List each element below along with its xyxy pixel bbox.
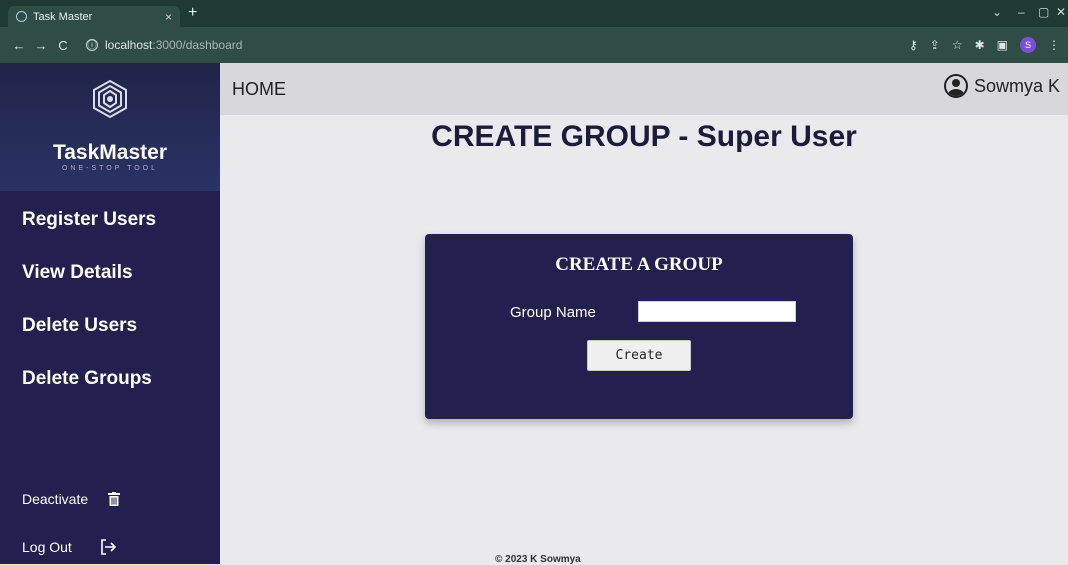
brand-name: TaskMaster [52,141,167,164]
back-icon[interactable]: ← [8,38,30,53]
user-menu[interactable]: Sowmya K [943,74,1060,98]
address-bar: ← → C ⓘ localhost:3000/dashboard ⚷ ⇪ ☆ ✱… [0,27,1068,63]
user-avatar-icon [943,74,968,98]
group-name-input[interactable] [638,301,796,322]
logout-button[interactable]: Log Out [22,539,116,555]
sidebar: TaskMaster ONE-STOP TOOL Register Users … [0,63,220,564]
top-header: HOME Sowmya K [220,63,1068,115]
home-link[interactable]: HOME [232,79,286,100]
url-path: :3000/dashboard [152,38,243,52]
browser-tab[interactable]: Task Master × [8,6,180,27]
key-icon[interactable]: ⚷ [909,38,918,52]
page-title: CREATE GROUP - Super User [431,120,857,153]
browser-actions: ⚷ ⇪ ☆ ✱ ▣ S ⋮ [909,37,1060,53]
close-window-icon[interactable]: ✕ [1056,5,1066,19]
extensions-icon[interactable]: ✱ [975,38,985,52]
footer-copyright: © 2023 K Sowmya [495,554,581,565]
brand-tagline: ONE-STOP TOOL [61,165,159,172]
deactivate-label: Deactivate [22,491,89,507]
create-group-card: CREATE A GROUP Group Name Create [425,234,853,419]
create-button[interactable]: Create [587,340,691,371]
restore-icon[interactable]: ▢ [1038,5,1049,19]
sidebar-item-view-details[interactable]: View Details [22,262,133,284]
url-field[interactable]: ⓘ localhost:3000/dashboard [80,33,248,57]
brand-block: TaskMaster ONE-STOP TOOL [0,63,220,191]
card-title: CREATE A GROUP [555,254,723,275]
tab-search-icon[interactable]: ⌄ [992,5,1002,19]
sidepanel-icon[interactable]: ▣ [997,38,1008,52]
group-name-label: Group Name [510,304,596,321]
sidebar-item-delete-users[interactable]: Delete Users [22,315,137,337]
url-host: localhost [105,38,153,52]
browser-tabstrip: Task Master × + ⌄ – ▢ ✕ [0,0,1068,27]
taskmaster-logo-icon [93,79,127,119]
logout-icon [101,539,116,555]
reload-icon[interactable]: C [52,38,74,53]
sidebar-item-delete-groups[interactable]: Delete Groups [22,368,152,390]
trash-icon [108,492,121,506]
logout-label: Log Out [22,539,72,555]
tab-title: Task Master [33,10,93,23]
close-tab-icon[interactable]: × [165,10,172,24]
sidebar-item-register-users[interactable]: Register Users [22,209,156,231]
forward-icon[interactable]: → [30,38,52,53]
menu-kebab-icon[interactable]: ⋮ [1048,38,1060,52]
react-favicon-icon [16,11,27,22]
minimize-icon[interactable]: – [1018,5,1025,19]
new-tab-icon[interactable]: + [188,4,197,22]
user-name: Sowmya K [973,75,1060,96]
profile-avatar[interactable]: S [1020,37,1036,53]
info-icon[interactable]: ⓘ [86,39,98,51]
deactivate-button[interactable]: Deactivate [22,491,121,507]
share-icon[interactable]: ⇪ [930,38,940,52]
star-icon[interactable]: ☆ [952,38,963,52]
